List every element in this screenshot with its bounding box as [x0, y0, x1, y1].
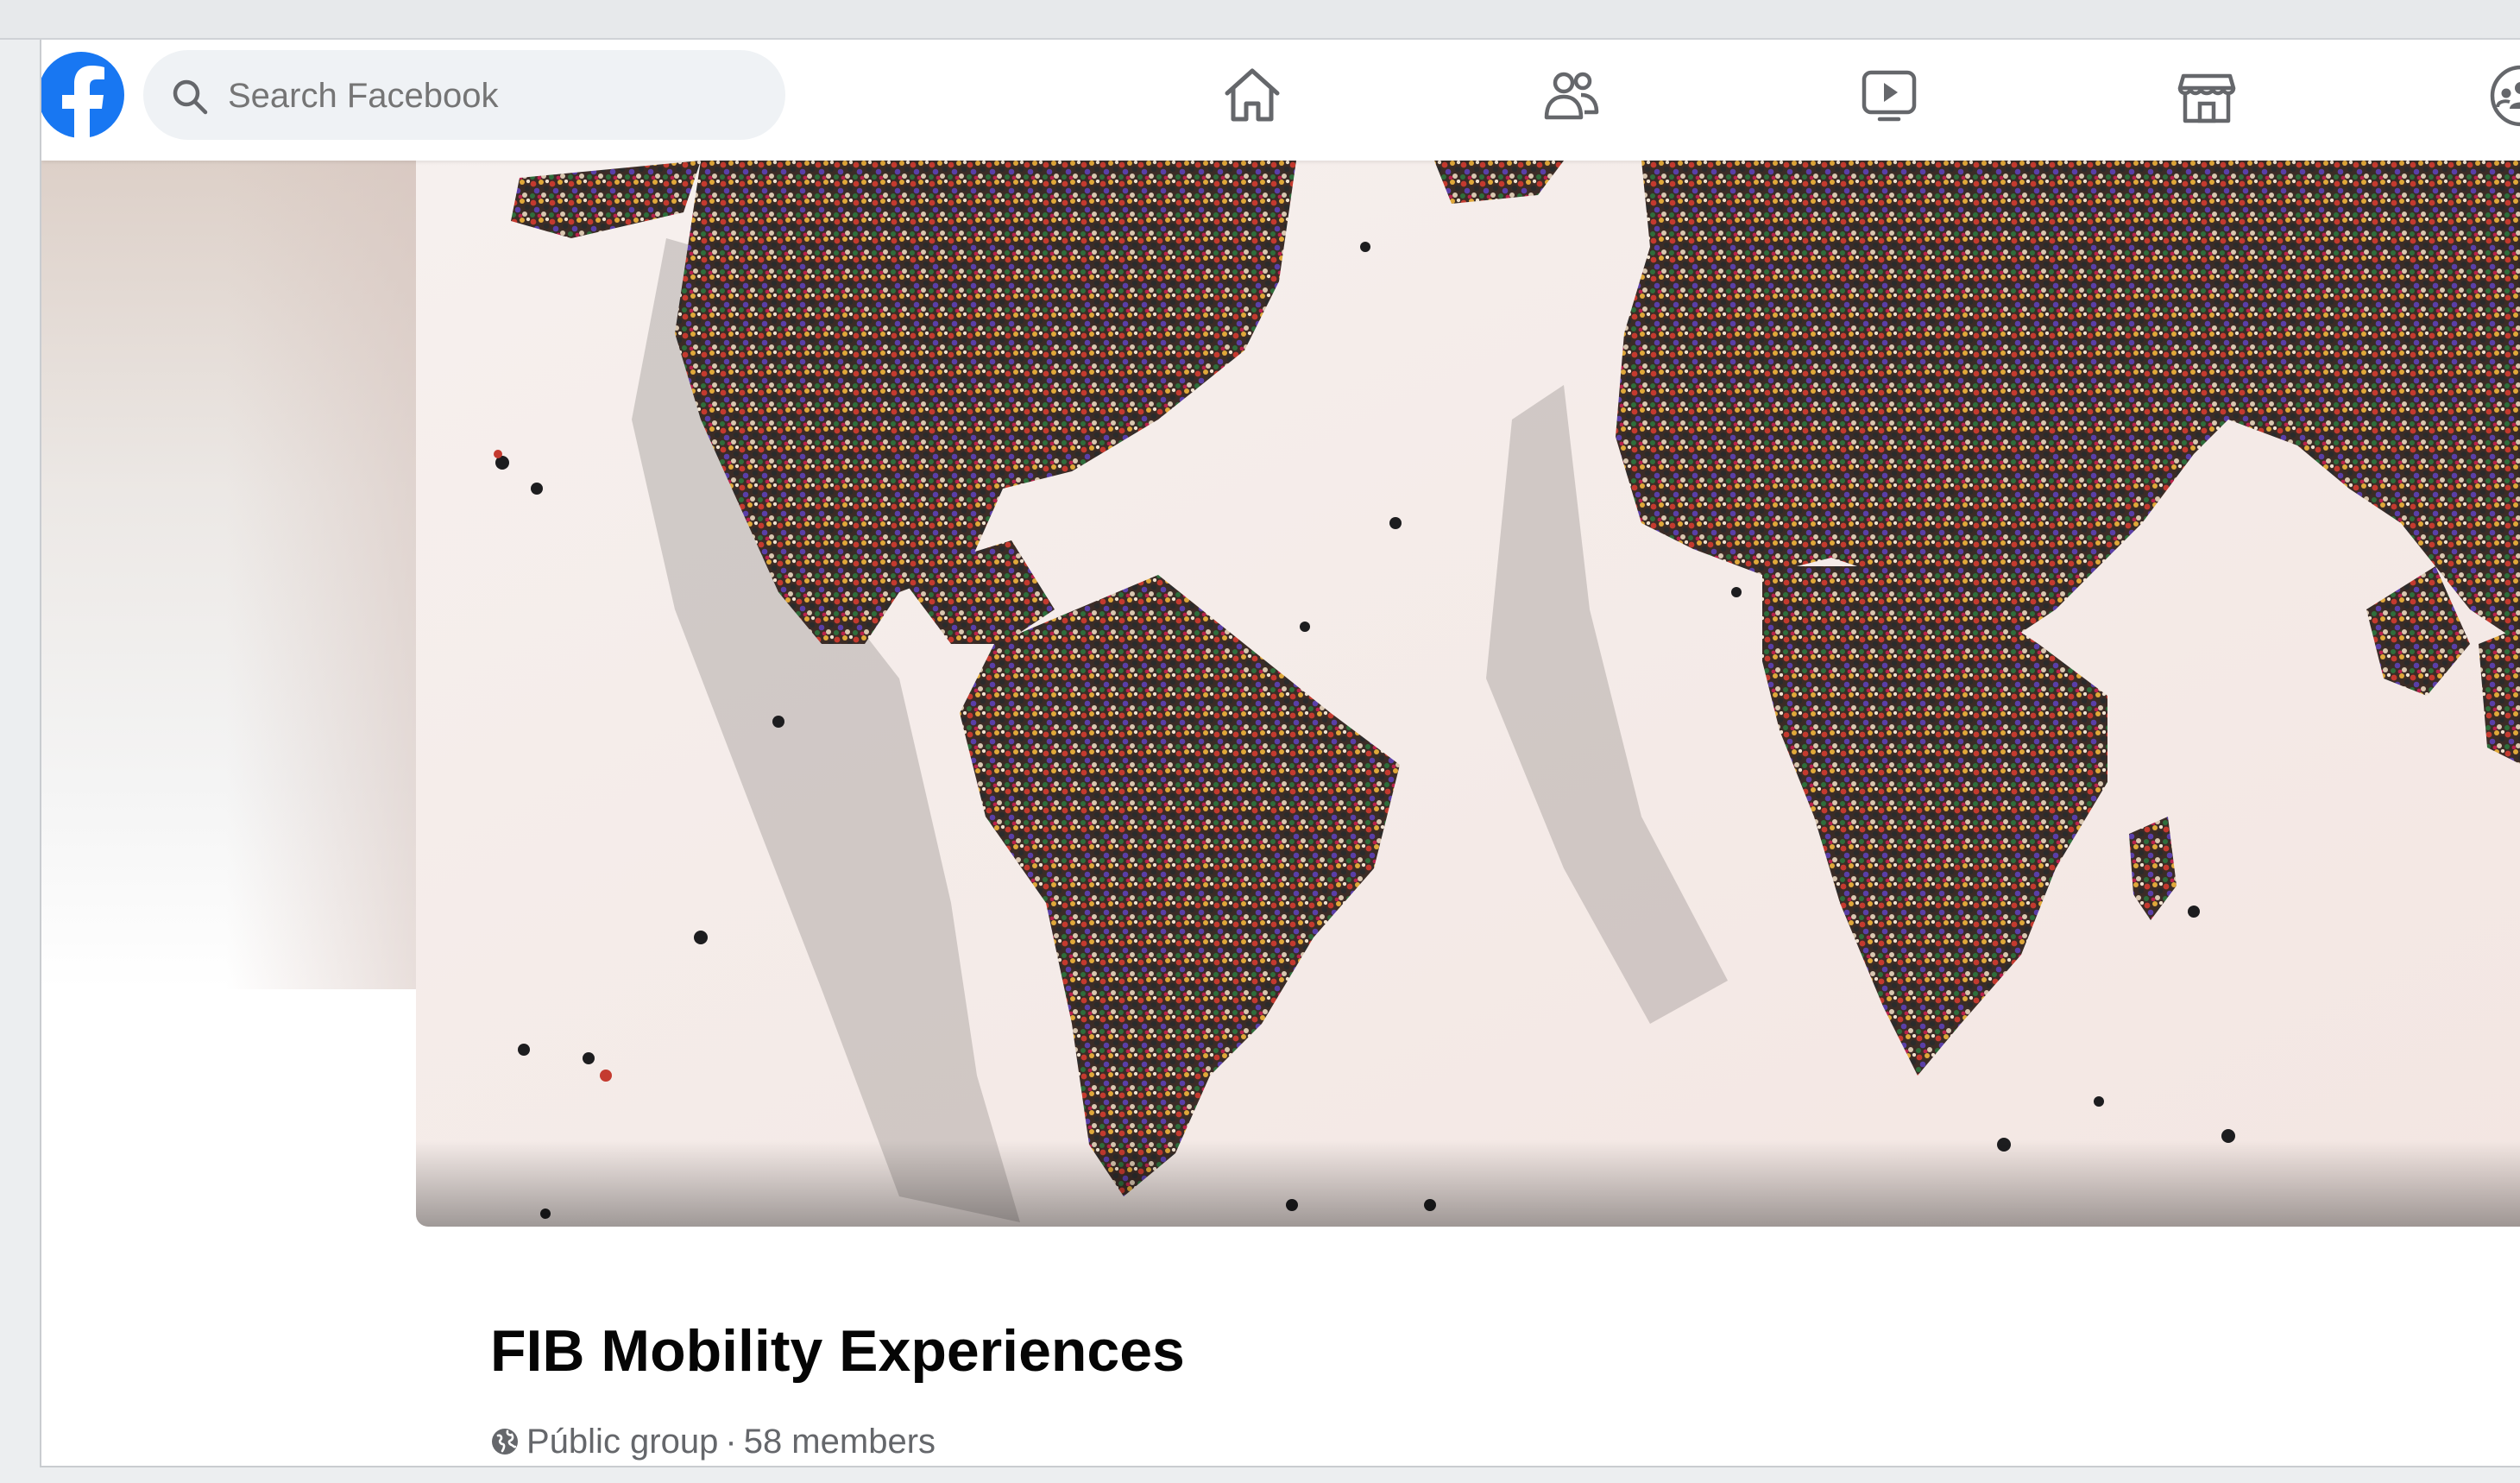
- meta-separator: ·: [725, 1422, 737, 1461]
- group-member-count[interactable]: 58 members: [744, 1423, 936, 1461]
- nav-groups[interactable]: [2487, 62, 2520, 129]
- cover-blur-side: [41, 161, 416, 989]
- group-title[interactable]: FIB Mobility Experiences: [490, 1317, 1185, 1385]
- world-map-crowd-image: [416, 161, 2520, 1227]
- group-meta: Públic group · 58 members: [490, 1417, 936, 1466]
- nav-friends[interactable]: [1538, 62, 1605, 129]
- video-play-icon: [1862, 70, 1917, 122]
- groups-icon: [2490, 65, 2520, 127]
- search-bar[interactable]: [143, 50, 785, 142]
- search-input[interactable]: [226, 50, 747, 142]
- top-nav-bar: [41, 40, 2520, 161]
- search-icon: [173, 79, 208, 115]
- facebook-page: FIB Mobility Experiences Públic group · …: [40, 40, 2520, 1467]
- facebook-logo-icon[interactable]: [41, 48, 126, 143]
- globe-icon: [492, 1429, 518, 1455]
- nav-home[interactable]: [1219, 62, 1286, 129]
- nav-marketplace[interactable]: [2173, 62, 2240, 129]
- cover-bottom-gradient: [416, 1140, 2520, 1227]
- group-privacy[interactable]: Públic group: [526, 1423, 718, 1461]
- window-chrome: [0, 0, 2520, 40]
- browser-window: FIB Mobility Experiences Públic group · …: [0, 0, 2520, 1483]
- friends-icon: [1544, 72, 1599, 120]
- marketplace-store-icon: [2177, 73, 2236, 123]
- home-icon: [1225, 68, 1280, 122]
- nav-watch[interactable]: [1855, 62, 1923, 129]
- group-cover-photo[interactable]: [416, 161, 2520, 1227]
